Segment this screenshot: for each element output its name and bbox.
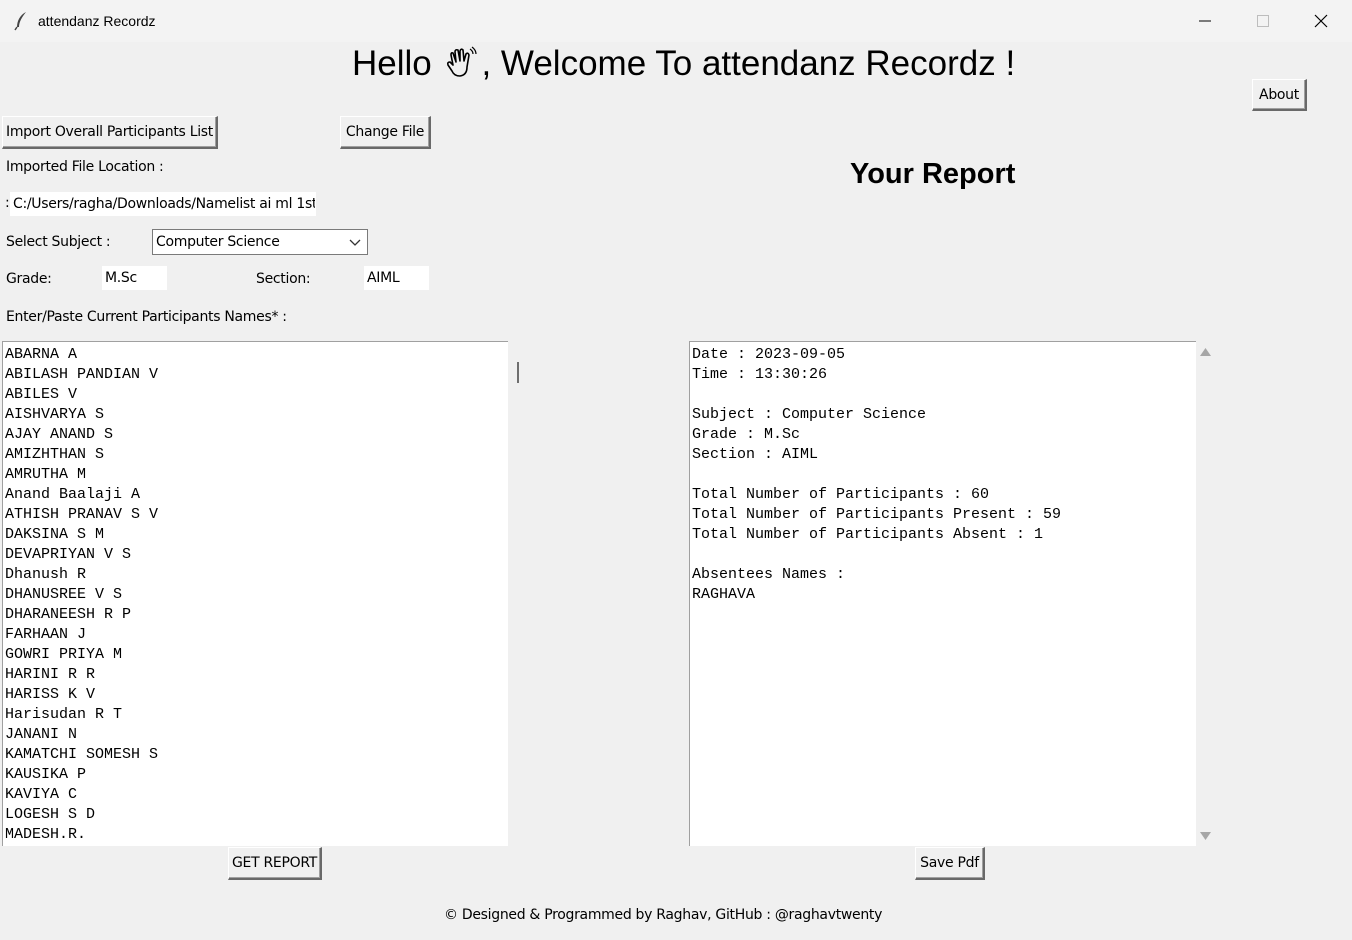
save-pdf-button[interactable]: Save Pdf: [915, 847, 985, 880]
about-button[interactable]: About: [1252, 79, 1307, 111]
participant-line: KAUSIKA P: [5, 766, 87, 783]
window-title: attendanz Recordz: [38, 13, 156, 29]
participant-line: KAVIYA C: [5, 786, 78, 803]
file-path-field[interactable]: C:/Users/ragha/Downloads/Namelist ai ml …: [10, 192, 316, 216]
participant-line: AISHVARYA S: [5, 406, 105, 423]
participant-line: ABILASH PANDIAN V: [5, 366, 159, 383]
report-line: Subject : Computer Science: [692, 406, 927, 423]
report-line: [692, 385, 1196, 405]
get-report-button[interactable]: GET REPORT: [228, 847, 322, 880]
import-participants-button[interactable]: Import Overall Participants List: [2, 116, 218, 149]
participant-line: FARHAAN J: [5, 626, 87, 643]
title-bar: attendanz Recordz: [0, 0, 1352, 42]
participant-line: HARINI R R: [5, 666, 96, 683]
participant-line: JANANI N: [5, 726, 78, 743]
section-label: Section:: [256, 271, 311, 287]
participants-textarea[interactable]: ABARNA A ABILASH PANDIAN V ABILES V AISHVAR…: [2, 341, 508, 846]
minimize-icon: [1199, 20, 1211, 22]
report-line: Time : 13:30:26: [692, 366, 828, 383]
grade-field[interactable]: M.Sc: [102, 266, 167, 290]
participant-line: HARISS K V: [5, 686, 96, 703]
report-line: Absentees Names :: [692, 566, 846, 583]
participant-line: ABARNA A: [5, 346, 78, 363]
participant-line: Anand Baalaji A: [5, 486, 141, 503]
participant-line: Harisudan R T: [5, 706, 123, 723]
participant-line: GOWRI PRIYA M: [5, 646, 123, 663]
participant-line: DHARANEESH R P: [5, 606, 132, 623]
participant-line: KAMATCHI SOMESH S: [5, 746, 159, 763]
change-file-button[interactable]: Change File: [340, 116, 431, 149]
maximize-button[interactable]: [1234, 0, 1292, 42]
report-scrollbar[interactable]: [1196, 341, 1216, 846]
scroll-down-icon[interactable]: [1200, 832, 1211, 840]
report-line: Total Number of Participants Present : 5…: [692, 506, 1062, 523]
scroll-up-icon[interactable]: [1200, 348, 1211, 356]
welcome-heading: Hello , Welcome To attendanz Recordz !: [352, 44, 1015, 84]
chevron-down-icon: [349, 239, 361, 246]
minimize-button[interactable]: [1176, 0, 1234, 42]
report-line: Total Number of Participants : 60: [692, 486, 990, 503]
report-line: Grade : M.Sc: [692, 426, 801, 443]
greeting-start: Hello: [352, 44, 442, 83]
participant-line: AMRUTHA M: [5, 466, 87, 483]
report-textarea[interactable]: Date : 2023-09-05 Time : 13:30:26 Subject …: [689, 341, 1196, 846]
participants-names-label: Enter/Paste Current Participants Names* …: [6, 309, 287, 325]
report-line: Section : AIML: [692, 446, 819, 463]
participant-line: AJAY ANAND S: [5, 426, 114, 443]
participant-line: DHANUSREE V S: [5, 586, 123, 603]
subject-dropdown[interactable]: Computer Science: [152, 229, 368, 255]
close-icon: [1314, 14, 1328, 28]
report-line: [692, 465, 1196, 485]
subject-label: Select Subject :: [6, 234, 111, 250]
section-field[interactable]: AIML: [364, 266, 429, 290]
participant-line: MADESH.R.: [5, 826, 87, 843]
report-line: RAGHAVA: [692, 586, 756, 603]
grade-label: Grade:: [6, 271, 52, 287]
report-line: Total Number of Participants Absent : 1: [692, 526, 1044, 543]
feather-icon: [14, 12, 26, 31]
participant-line: DAKSINA S M: [5, 526, 105, 543]
participant-line: DEVAPRIYAN V S: [5, 546, 132, 563]
report-line: Date : 2023-09-05: [692, 346, 846, 363]
subject-selected-value: Computer Science: [156, 234, 280, 250]
participant-line: AMIZHTHAN S: [5, 446, 105, 463]
participant-line: ABILES V: [5, 386, 78, 403]
participant-line: ATHISH PRANAV S V: [5, 506, 159, 523]
waving-hand-icon: [447, 46, 478, 77]
file-location-label: Imported File Location :: [6, 159, 164, 175]
greeting-end: , Welcome To attendanz Recordz !: [481, 44, 1016, 83]
maximize-icon: [1257, 15, 1269, 27]
close-button[interactable]: [1292, 0, 1350, 42]
participant-line: Dhanush R: [5, 566, 87, 583]
footer-credits: © Designed & Programmed by Raghav, GitHu…: [444, 907, 883, 923]
text-cursor-indicator: [517, 362, 519, 383]
report-line: [692, 545, 1196, 565]
report-title: Your Report: [850, 158, 1016, 190]
participant-line: LOGESH S D: [5, 806, 96, 823]
file-path-prefix: :: [5, 195, 10, 211]
